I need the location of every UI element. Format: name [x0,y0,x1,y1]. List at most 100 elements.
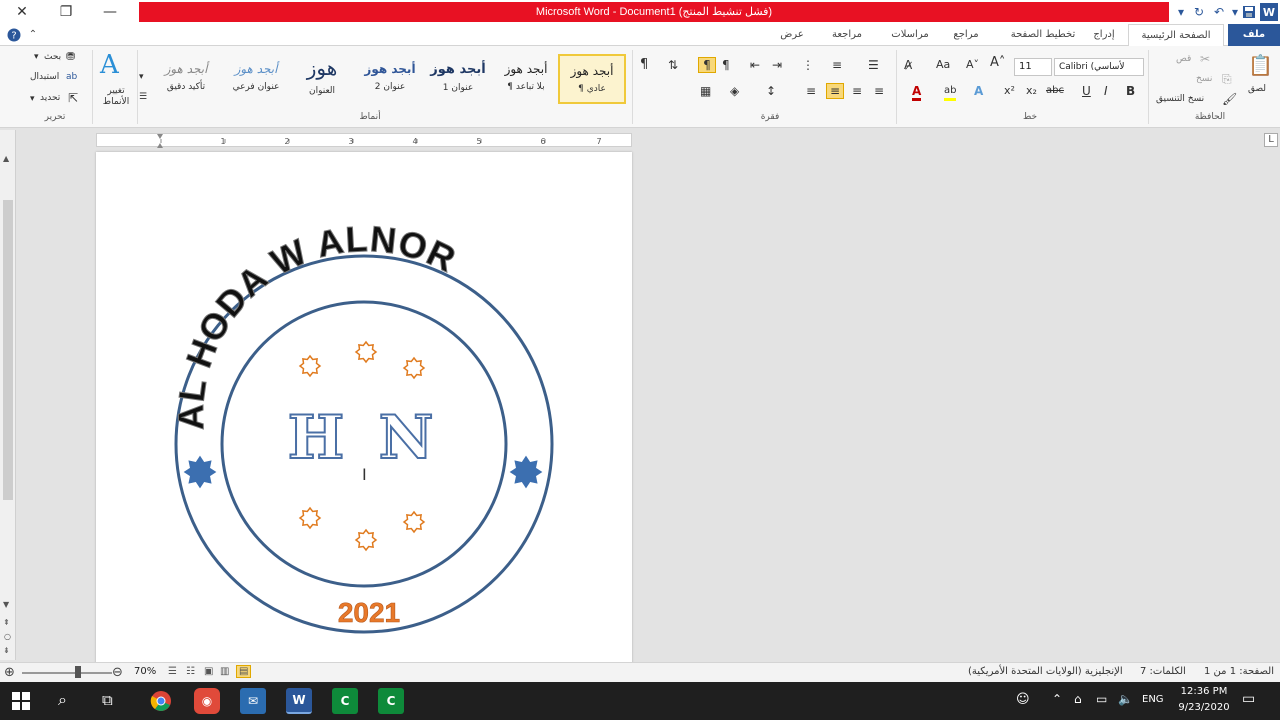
zoom-in-icon[interactable]: ⊕ [4,665,15,680]
chrome-icon[interactable] [148,688,174,714]
clear-formatting-icon[interactable]: A̷ [904,58,912,72]
camtasia-icon[interactable]: C [332,688,358,714]
find-button[interactable]: بحث [44,52,61,62]
select-dropdown-icon[interactable]: ▾ [30,92,35,106]
ltr-direction-icon[interactable]: ¶ [722,58,730,72]
multilevel-list-icon[interactable]: ⋮ [802,58,814,72]
change-styles-icon[interactable]: A [100,50,119,80]
line-spacing-icon[interactable]: ↕ [766,84,776,98]
font-color-icon[interactable]: A [912,84,922,101]
volume-icon[interactable]: 🔈 [1118,692,1133,706]
word-taskbar-icon[interactable]: W [286,688,312,714]
tab-page-layout[interactable]: تخطيط الصفحة [1000,24,1086,46]
styles-more-icon[interactable]: ☰ [139,90,147,104]
document-page[interactable]: AL HODA W ALNOR H N 2021 I [96,152,632,664]
language-indicator[interactable]: الإنجليزية (الولايات المتحدة الأمريكية) [968,666,1123,677]
tab-home[interactable]: الصفحة الرئيسية [1128,24,1224,47]
battery-icon[interactable]: ▭ [1096,692,1107,706]
replace-button[interactable]: استبدال [30,72,59,82]
people-icon[interactable]: ☺ [1016,692,1030,707]
tab-mailings[interactable]: مراسلات [880,24,940,46]
reading-view-icon[interactable]: ▥ [220,666,229,677]
tab-references[interactable]: مراجع [946,24,986,46]
rtl-direction-icon[interactable]: ¶ [698,57,716,73]
recorder-app-icon[interactable]: ◉ [194,688,220,714]
shading-icon[interactable]: ◈ [730,84,739,98]
scroll-thumb[interactable] [3,200,13,500]
next-page-icon[interactable]: ⇟ [3,646,10,655]
redo-icon[interactable]: ↻ [1190,3,1208,21]
network-icon[interactable]: ⌂ [1074,692,1082,706]
borders-icon[interactable]: ▦ [700,84,711,98]
strikethrough-icon[interactable]: abc [1046,84,1064,98]
search-icon[interactable]: ⌕ [58,690,67,710]
style-subtle-emphasis[interactable]: أبجد هوز تأكيد دقيق [152,54,220,104]
prev-page-icon[interactable]: ⇞ [3,618,10,627]
style-title[interactable]: هوز العنوان [288,54,356,104]
align-center-icon[interactable]: ≡ [852,84,862,98]
cut-button[interactable]: قص [1176,54,1191,64]
tab-view[interactable]: عرض [770,24,814,46]
draft-view-icon[interactable]: ☰ [168,666,177,677]
font-size-select[interactable]: 11 [1014,58,1052,76]
word-count[interactable]: الكلمات: 7 [1140,666,1186,677]
input-language[interactable]: ENG [1142,694,1164,705]
camtasia-recorder-icon[interactable]: C [378,688,404,714]
change-case-icon[interactable]: Aa [936,58,950,72]
style-heading-2[interactable]: أبجد هوز عنوان 2 [356,54,424,104]
outline-view-icon[interactable]: ☷ [186,666,195,677]
increase-indent-icon[interactable]: ⇥ [772,58,782,72]
bold-icon[interactable]: B [1126,84,1135,98]
subscript-icon[interactable]: x₂ [1026,84,1037,98]
style-no-spacing[interactable]: أبجد هوز ¶ بلا تباعد [492,54,560,104]
format-painter-button[interactable]: نسخ التنسيق [1156,94,1204,104]
save-icon[interactable] [1240,3,1258,21]
align-left-icon[interactable]: ≡ [874,84,884,98]
horizontal-ruler[interactable]: 1 2 3 4 5 6 7 [96,133,632,148]
zoom-slider-thumb[interactable] [75,666,81,678]
tab-insert[interactable]: إدراج [1086,24,1122,46]
sort-icon[interactable]: ⇅ [668,58,678,72]
customize-qat-icon[interactable]: ▾ [1172,3,1190,21]
style-heading-1[interactable]: أبجد هوز عنوان 1 [424,54,492,104]
print-layout-icon[interactable]: ▤ [236,665,252,678]
zoom-slider[interactable] [22,672,112,674]
clock-date[interactable]: 9/23/2020 [1176,702,1232,713]
scroll-down-icon[interactable]: ▼ [3,600,9,609]
shrink-font-icon[interactable]: A˅ [966,58,979,72]
justify-icon[interactable]: ≡ [806,84,816,98]
highlight-icon[interactable]: ab [944,84,957,101]
zoom-out-icon[interactable]: ⊖ [112,665,123,680]
style-subtitle[interactable]: أبجد هوز عنوان فرعي [222,54,290,104]
tab-review[interactable]: مراجعة [822,24,872,46]
numbered-list-icon[interactable]: ≡ [832,58,842,72]
close-window-button[interactable]: ✕ [0,0,44,24]
styles-scroll-down-icon[interactable]: ▾ [139,70,144,84]
font-name-select[interactable]: Calibri (لأساسي [1054,58,1144,76]
restore-window-button[interactable]: ❐ [44,0,88,24]
page-count[interactable]: الصفحة: 1 من 1 [1204,666,1274,677]
paste-button[interactable]: لصق [1248,84,1266,94]
windows-start-icon[interactable] [12,692,30,713]
style-normal[interactable]: أبجد هوز ¶ عادي [558,54,626,104]
find-dropdown-icon[interactable]: ▾ [34,50,39,64]
copy-button[interactable]: نسخ [1196,74,1212,84]
vertical-scrollbar[interactable]: ▲ ▼ ⇞ ○ ⇟ [0,130,16,660]
outlook-app-icon[interactable]: ✉ [240,688,266,714]
select-button[interactable]: تحديد [40,93,60,103]
underline-icon[interactable]: U [1082,84,1091,98]
grow-font-icon[interactable]: A˄ [990,56,1005,70]
tab-file[interactable]: ملف [1228,24,1280,46]
decrease-indent-icon[interactable]: ⇤ [750,58,760,72]
change-styles-button[interactable]: تغيير الأنماط [96,86,136,108]
tray-chevron-icon[interactable]: ⌃ [1052,692,1062,706]
paste-icon[interactable]: 📋 [1248,52,1273,78]
minimize-window-button[interactable]: — [88,0,132,24]
show-formatting-icon[interactable]: ¶ [640,58,648,72]
scroll-up-icon[interactable]: ▲ [3,154,9,163]
view-ruler-icon[interactable]: L [1264,133,1278,147]
align-right-icon[interactable]: ≡ [826,83,844,99]
collapse-ribbon-icon[interactable]: ⌃ [24,24,42,46]
clock-time[interactable]: 12:36 PM [1176,686,1232,697]
notifications-icon[interactable]: ▭ [1242,691,1255,707]
